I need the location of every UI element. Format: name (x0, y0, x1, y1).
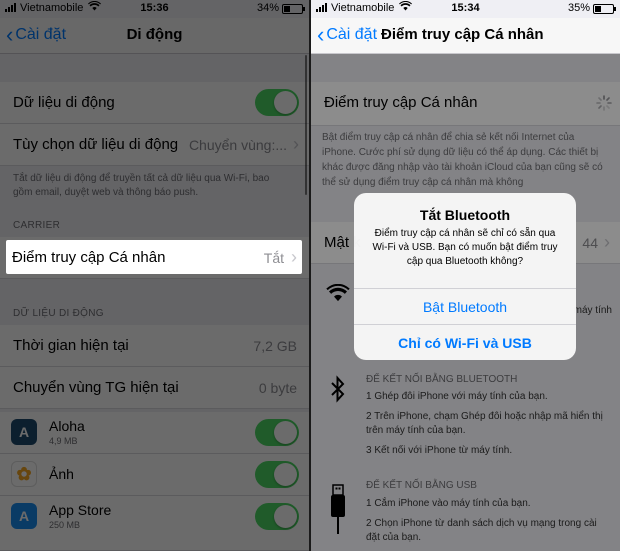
app-data-toggle[interactable] (255, 503, 299, 530)
bluetooth-step: 3 Kết nối với iPhone từ máy tính. (366, 445, 513, 456)
spinner-icon (596, 95, 612, 111)
page-title: Điểm truy cập Cá nhân (381, 26, 544, 43)
bluetooth-step: 1 Ghép đôi iPhone với máy tính của bạn. (366, 391, 548, 402)
photos-icon: ✿ (11, 461, 37, 487)
password-value: 44 (582, 235, 598, 251)
navigation-bar: ‹ Cài đặt Di động (0, 18, 309, 54)
aloha-icon: A (11, 419, 37, 445)
usb-step: 1 Cắm iPhone vào máy tính của bạn. (366, 498, 531, 509)
app-name: Aloha (49, 418, 85, 434)
hotspot-description: Bật điểm truy cập cá nhân để chia sẻ kết… (322, 132, 603, 188)
data-options-value: Chuyển vùng:... (188, 137, 287, 153)
mobile-data-label: Dữ liệu di động (13, 94, 115, 111)
app-row: A Aloha 4,9 MB (0, 412, 309, 454)
scrollbar (305, 55, 307, 195)
chevron-left-icon: ‹ (317, 22, 325, 47)
wifi-usb-only-button[interactable]: Chỉ có Wi-Fi và USB (354, 324, 576, 360)
bluetooth-off-alert: Tắt Bluetooth Điểm truy cập cá nhân sẽ c… (354, 193, 576, 360)
app-usage: 4,9 MB (49, 436, 78, 446)
data-options-row[interactable]: Tùy chọn dữ liệu di động Chuyển vùng:...… (0, 124, 309, 166)
page-title: Di động (126, 26, 183, 43)
hotspot-row[interactable]: Điểm truy cập Cá nhân Tắt › (6, 240, 302, 274)
current-period-value: 7,2 GB (253, 338, 297, 354)
carrier-section-header: CARRIER (13, 220, 61, 231)
bluetooth-step: 2 Trên iPhone, chạm Ghép đôi hoặc nhập m… (366, 411, 603, 436)
alert-title: Tắt Bluetooth (419, 207, 511, 223)
battery-percent: 34% (256, 2, 279, 14)
usage-section-header: DỮ LIỆU DI ĐỘNG (13, 308, 104, 319)
mobile-data-footnote: Tắt dữ liệu di động để truyền tất cả dữ … (13, 173, 270, 198)
chevron-right-icon: › (293, 134, 299, 154)
chevron-right-icon: › (291, 247, 297, 267)
app-data-toggle[interactable] (255, 419, 299, 446)
usb-icon (331, 484, 345, 540)
battery-percent: 35% (567, 2, 590, 14)
alert-message: Điểm truy cập cá nhân sẽ chỉ có sẵn qua … (372, 228, 558, 267)
status-bar: Vietnamobile 15:36 34% (0, 0, 309, 18)
battery-icon (282, 4, 305, 14)
bluetooth-icon (330, 375, 346, 409)
status-bar: Vietnamobile 15:34 35% (311, 0, 620, 18)
back-label: Cài đặt (326, 26, 378, 43)
hotspot-value: Tắt (263, 250, 284, 266)
mobile-data-toggle[interactable] (255, 89, 299, 116)
hotspot-row: Điểm truy cập Cá nhân (311, 82, 620, 126)
app-usage: 250 MB (49, 520, 81, 530)
roaming-label: Chuyển vùng TG hiện tại (13, 379, 179, 396)
battery-icon (593, 4, 616, 14)
app-row: A App Store 250 MB (0, 496, 309, 551)
hotspot-label: Điểm truy cập Cá nhân (12, 249, 166, 266)
app-data-toggle[interactable] (255, 461, 299, 488)
back-button[interactable]: ‹ Cài đặt (317, 24, 377, 46)
usb-section-header: ĐỂ KẾT NỐI BẰNG USB (366, 480, 477, 491)
navigation-bar: ‹ Cài đặt Điểm truy cập Cá nhân (311, 18, 620, 54)
personal-hotspot-screen: Vietnamobile 15:34 35% ‹ Cài đặt Điểm tr… (311, 0, 620, 551)
roaming-row: Chuyển vùng TG hiện tại 0 byte (0, 367, 309, 409)
current-period-label: Thời gian hiện tại (13, 337, 129, 354)
hotspot-label: Điểm truy cập Cá nhân (324, 94, 478, 111)
bluetooth-section-header: ĐỂ KẾT NỐI BẰNG BLUETOOTH (366, 374, 518, 385)
roaming-value: 0 byte (258, 380, 297, 396)
app-store-icon: A (11, 503, 37, 529)
mobile-data-row: Dữ liệu di động (0, 82, 309, 124)
current-period-row: Thời gian hiện tại 7,2 GB (0, 325, 309, 367)
chevron-right-icon: › (604, 232, 610, 252)
wifi-step-text: máy tính (573, 305, 612, 316)
turn-on-bluetooth-button[interactable]: Bật Bluetooth (354, 288, 576, 324)
data-options-label: Tùy chọn dữ liệu di động (13, 136, 179, 153)
cellular-settings-screen: Vietnamobile 15:36 34% ‹ Cài đặt Di động… (0, 0, 309, 551)
wifi-icon (326, 282, 350, 308)
app-row: ✿ Ảnh (0, 454, 309, 496)
usb-step: 2 Chọn iPhone từ danh sách dịch vụ mạng … (366, 518, 597, 543)
app-name: App Store (49, 502, 112, 518)
app-name: Ảnh (49, 466, 74, 482)
